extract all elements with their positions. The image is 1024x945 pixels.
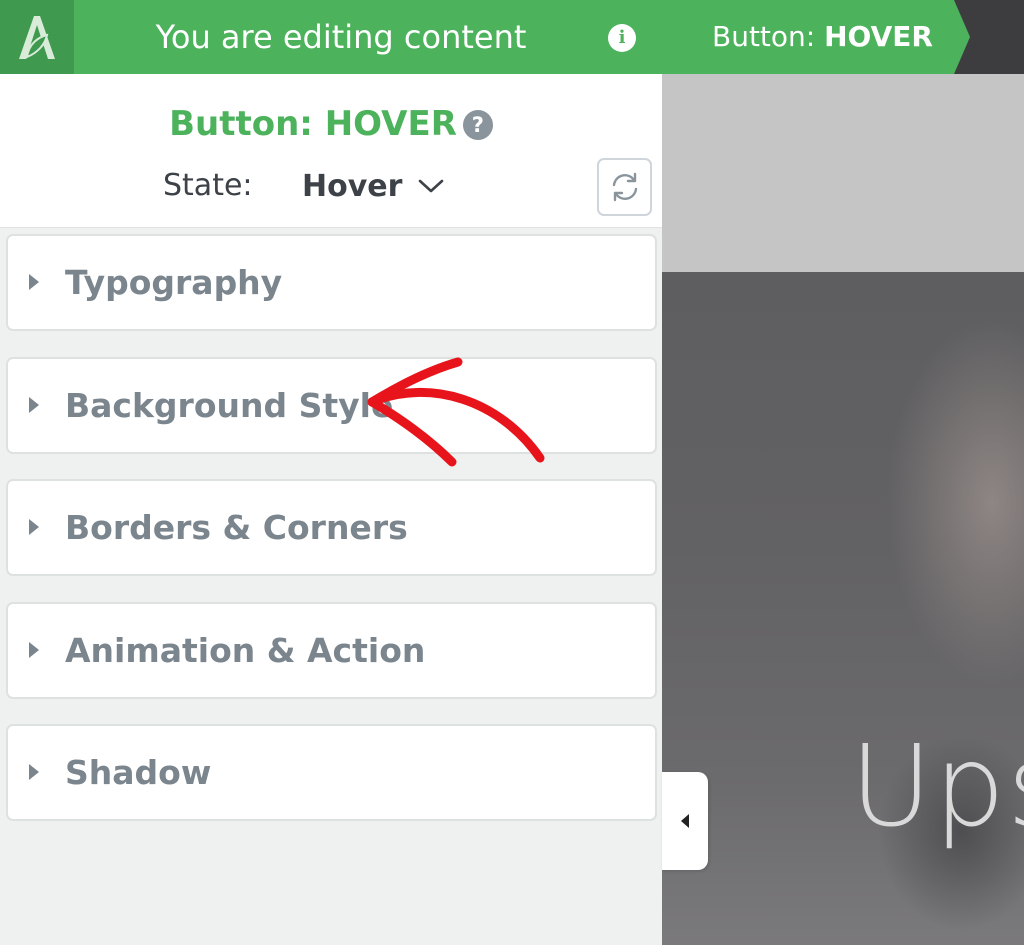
section-label: Borders & Corners	[65, 508, 408, 547]
breadcrumb-state: HOVER	[824, 20, 933, 53]
caret-left-icon	[681, 814, 689, 828]
state-label: State:	[163, 168, 253, 203]
element-title: Button: HOVER?	[0, 104, 662, 144]
reset-state-button[interactable]	[597, 158, 652, 216]
breadcrumb[interactable]: Button: HOVER	[662, 0, 972, 74]
section-typography[interactable]: Typography	[6, 234, 657, 331]
panel-header: Button: HOVER? State: Hover	[0, 74, 662, 228]
state-dropdown[interactable]: Hover	[302, 164, 444, 208]
section-label: Shadow	[65, 753, 212, 792]
section-label: Animation & Action	[65, 631, 426, 670]
caret-right-icon	[29, 519, 39, 535]
chevron-down-icon	[419, 179, 444, 193]
element-title-text: Button: HOVER	[169, 104, 457, 144]
app-logo[interactable]	[0, 0, 74, 74]
section-label: Background Style	[65, 386, 394, 425]
caret-right-icon	[29, 642, 39, 658]
caret-right-icon	[29, 397, 39, 413]
breadcrumb-label: Button: HOVER	[712, 0, 933, 74]
section-label: Typography	[65, 263, 283, 302]
refresh-icon	[612, 172, 637, 202]
editing-banner: You are editing content i	[74, 0, 662, 74]
page-preview[interactable]: Ups	[662, 74, 1024, 945]
leaf-a-logo-icon	[19, 16, 55, 59]
collapse-panel-button[interactable]	[662, 772, 708, 870]
section-shadow[interactable]: Shadow	[6, 724, 657, 821]
caret-right-icon	[29, 764, 39, 780]
top-bar: You are editing content i Button: HOVER	[0, 0, 1024, 74]
info-icon[interactable]: i	[608, 24, 636, 52]
section-animation-action[interactable]: Animation & Action	[6, 602, 657, 699]
help-question-icon[interactable]: ?	[462, 110, 493, 140]
breadcrumb-prefix: Button:	[712, 20, 825, 53]
section-background-style[interactable]: Background Style	[6, 357, 657, 454]
state-value: Hover	[302, 168, 403, 204]
caret-right-icon	[29, 274, 39, 290]
preview-header-area	[662, 74, 1024, 272]
settings-panel: Button: HOVER? State: Hover Typography B…	[0, 74, 662, 945]
section-borders-corners[interactable]: Borders & Corners	[6, 479, 657, 576]
preview-hero-image: Ups	[662, 272, 1024, 945]
editing-title: You are editing content	[155, 18, 527, 56]
hero-heading: Ups	[850, 722, 1024, 852]
